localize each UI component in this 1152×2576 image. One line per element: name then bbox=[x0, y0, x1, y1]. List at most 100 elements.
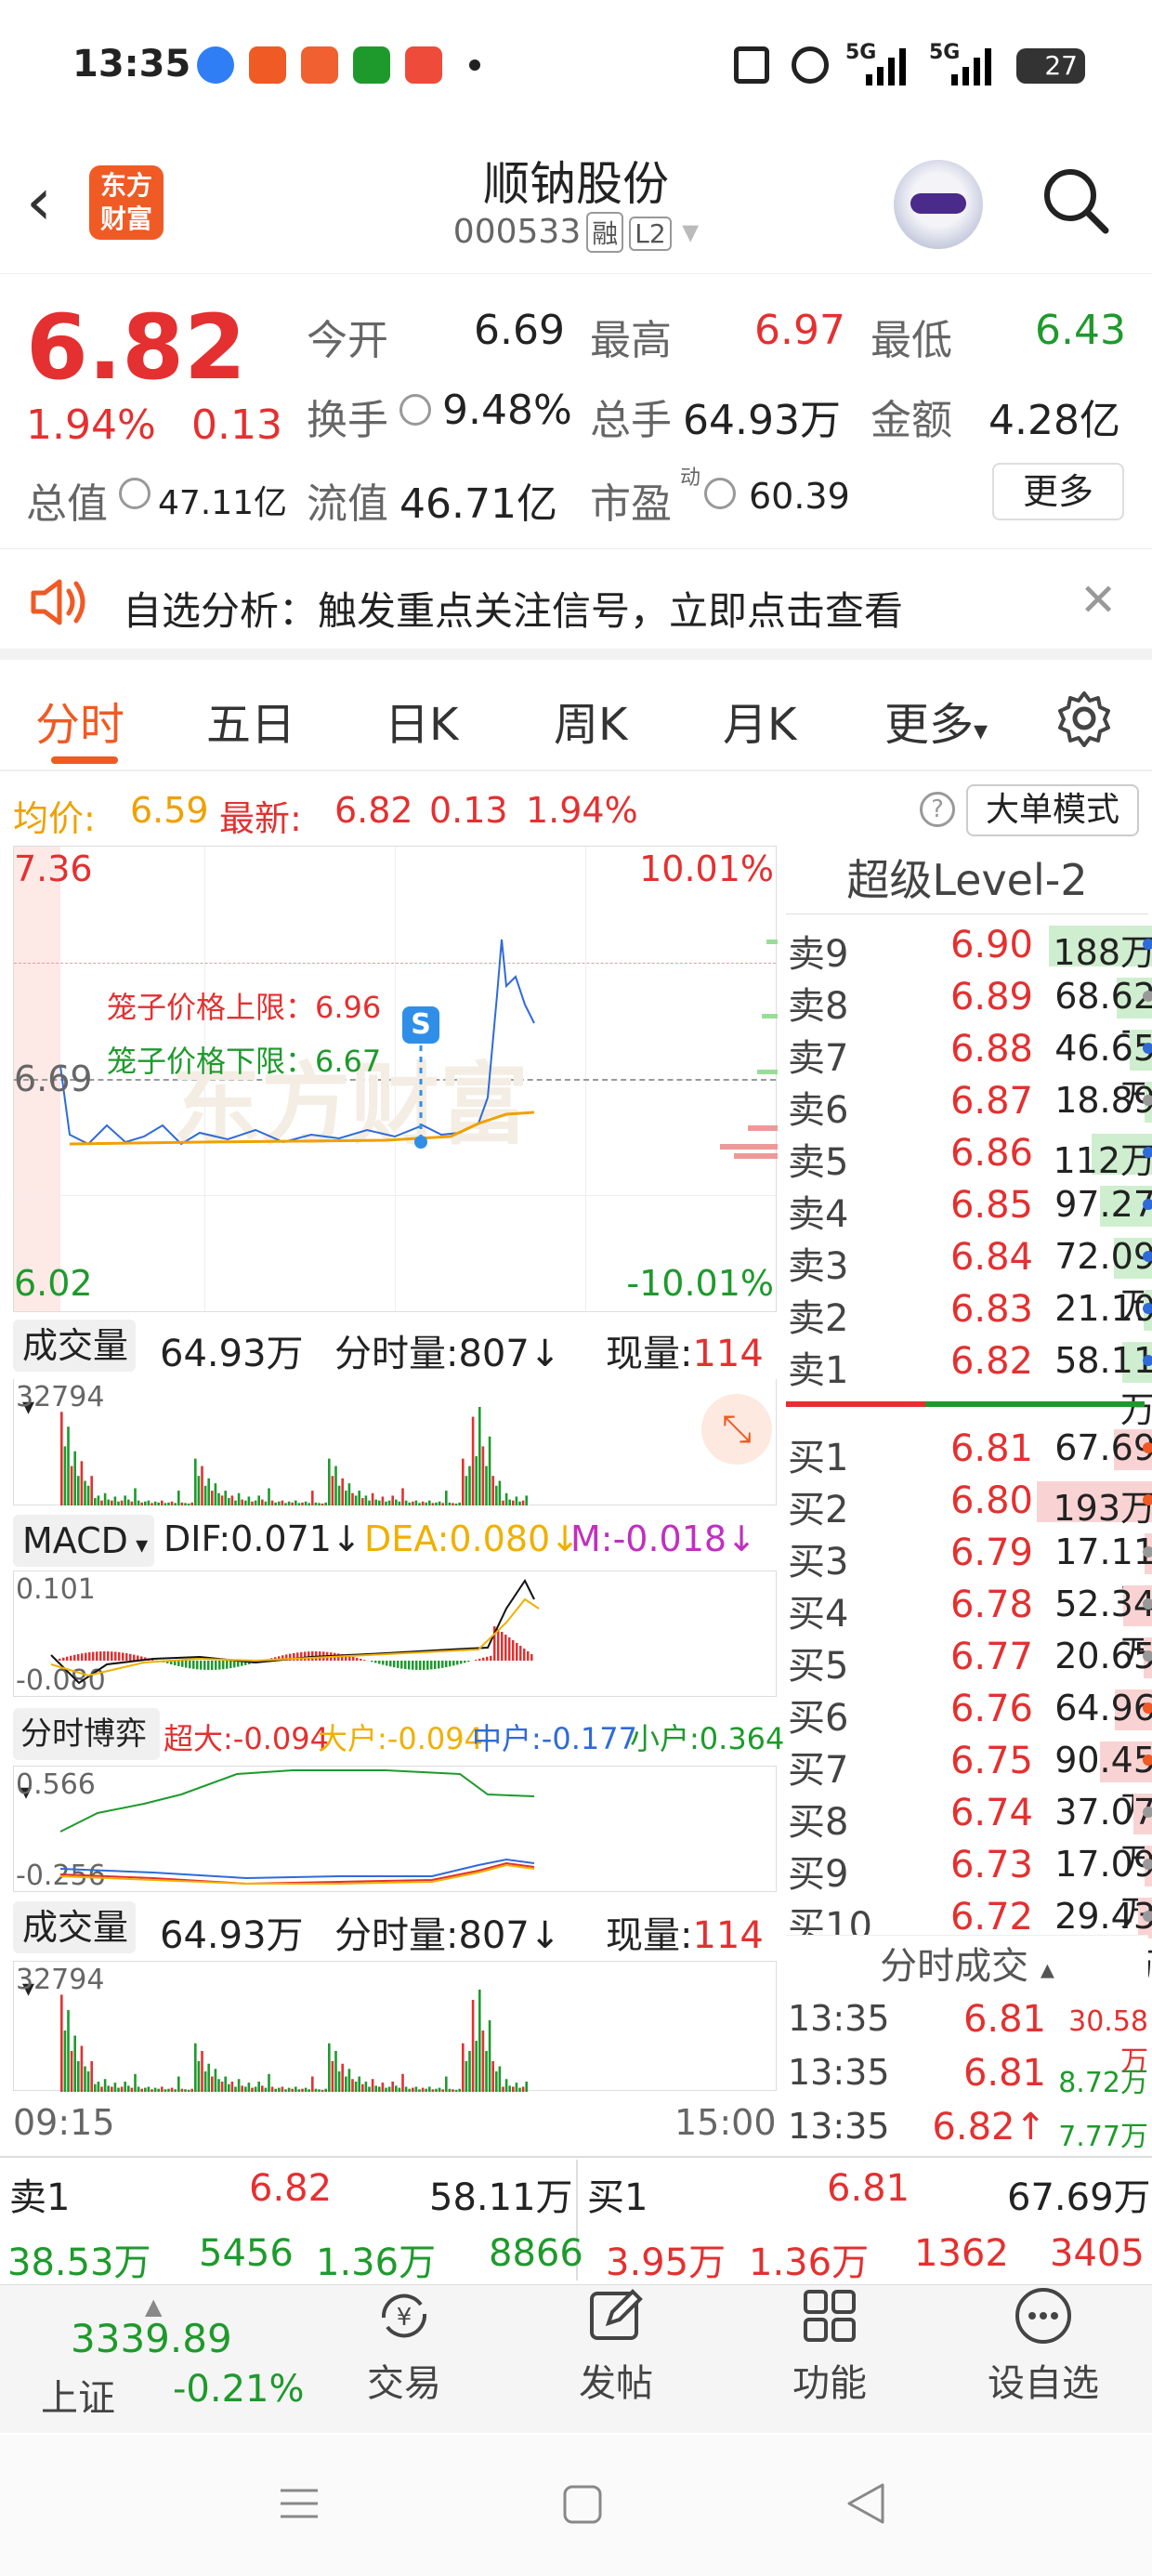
bid-row[interactable]: 买2 6.80 193万 bbox=[786, 1476, 1152, 1531]
bid-row[interactable]: 买66.7664.96万 bbox=[786, 1684, 1152, 1778]
order-dot-icon bbox=[1143, 1095, 1152, 1106]
app-notification-icon bbox=[301, 46, 338, 84]
info-icon[interactable] bbox=[399, 394, 431, 426]
chevron-down-icon: ▾ bbox=[682, 213, 700, 251]
fund-flow-chart[interactable]: 0.566 -0.256 bbox=[13, 1766, 777, 1892]
volume-indicator-select[interactable]: 成交量 ▾ bbox=[13, 1901, 136, 2003]
home-icon[interactable] bbox=[563, 2485, 602, 2524]
high-value: 6.97 bbox=[754, 307, 845, 354]
tab-daily-k[interactable]: 日K bbox=[385, 688, 458, 753]
avg-label: 均价: bbox=[13, 798, 96, 839]
ask-row[interactable]: 卖5 6.86 112万 bbox=[786, 1128, 1152, 1184]
macd-bar bbox=[118, 1651, 121, 1661]
macd-bar bbox=[486, 1656, 489, 1661]
current-price: 6.82 bbox=[26, 296, 246, 400]
ask-price: 6.87 bbox=[949, 1080, 1033, 1123]
volume-bar bbox=[100, 2086, 103, 2092]
grid-apps-icon bbox=[804, 2290, 856, 2342]
ask-level-label: 卖1 bbox=[788, 1349, 849, 1392]
settings-gear-icon[interactable] bbox=[1055, 690, 1113, 747]
nav-trade[interactable]: ¥ 交易 bbox=[334, 2286, 474, 2407]
tab-weekly-k[interactable]: 周K bbox=[554, 688, 627, 753]
macd-indicator-select[interactable]: MACD ▾ bbox=[13, 1515, 154, 1567]
nav-add-watchlist[interactable]: 设自选 bbox=[974, 2286, 1113, 2407]
macd-bar bbox=[397, 1661, 399, 1668]
volume-bar bbox=[124, 1495, 126, 1505]
bid-row[interactable]: 买36.7917.11万 bbox=[786, 1528, 1152, 1622]
macd-bar bbox=[88, 1652, 91, 1661]
macd-bar bbox=[77, 1653, 80, 1661]
ask-row[interactable]: 卖86.8968.62万 bbox=[786, 972, 1152, 1066]
volume-bar bbox=[441, 2089, 444, 2092]
close-icon[interactable]: ✕ bbox=[1080, 574, 1117, 626]
volume-bar bbox=[452, 2089, 454, 2092]
ask-price: 6.82 bbox=[949, 1340, 1033, 1383]
nav-functions[interactable]: 功能 bbox=[760, 2286, 899, 2407]
nav-post[interactable]: 发帖 bbox=[546, 2286, 686, 2407]
volume-chart[interactable]: 32794 bbox=[13, 1961, 777, 2092]
volume-chart[interactable]: 32794 ⤡ bbox=[13, 1379, 777, 1505]
macd-bar bbox=[196, 1661, 199, 1670]
bid-price: 6.73 bbox=[949, 1844, 1033, 1886]
tab-more[interactable]: 更多▾ bbox=[884, 688, 988, 753]
macd-chart[interactable]: 0.101 -0.080 bbox=[13, 1571, 777, 1697]
volume-bar bbox=[521, 1500, 525, 1505]
info-icon[interactable] bbox=[119, 478, 151, 509]
big-order-mode-button[interactable]: 大单模式 bbox=[966, 784, 1139, 836]
amount-value: 4.28亿 bbox=[988, 397, 1120, 444]
macd-bar bbox=[464, 1661, 466, 1663]
ask-row[interactable]: 卖1 6.82 58.11万 bbox=[786, 1336, 1152, 1430]
more-quote-button[interactable]: 更多 bbox=[992, 463, 1124, 520]
menu-icon[interactable] bbox=[279, 2483, 320, 2524]
ask-row[interactable]: 卖66.8718.89万 bbox=[786, 1076, 1152, 1170]
ask-row[interactable]: 卖9 6.90 188万 bbox=[786, 920, 1152, 976]
bid-row[interactable]: 买16.8167.69万 bbox=[786, 1424, 1152, 1518]
bid-row[interactable]: 买46.7852.34万 bbox=[786, 1580, 1152, 1674]
volume-bar bbox=[504, 1492, 508, 1505]
index-widget[interactable]: ▲ 3339.89 上证 -0.21% bbox=[28, 2293, 307, 2424]
volume-bar bbox=[80, 1461, 84, 1505]
volume-bar bbox=[117, 2087, 120, 2092]
ticks-header[interactable]: 分时成交 ▴ bbox=[786, 1935, 1148, 1988]
macd-bar bbox=[62, 1657, 65, 1661]
macd-bar bbox=[393, 1661, 396, 1668]
bid-row[interactable]: 买96.7317.09万 bbox=[786, 1840, 1152, 1934]
ask-row[interactable]: 卖26.8321.10万 bbox=[786, 1284, 1152, 1378]
tab-five-day[interactable]: 五日 bbox=[206, 688, 295, 753]
volume-bar bbox=[117, 1501, 120, 1505]
volume-bar bbox=[127, 1499, 130, 1505]
volume-bar bbox=[228, 1498, 230, 1505]
expand-icon[interactable]: ⤡ bbox=[701, 1394, 772, 1465]
macd-bar bbox=[70, 1655, 72, 1661]
summary-bid-vol: 67.69万 bbox=[1007, 2176, 1151, 2219]
ask-row[interactable]: 卖46.8597.27万 bbox=[786, 1180, 1152, 1274]
tab-monthly-k[interactable]: 月K bbox=[723, 688, 796, 753]
fund-flow-select[interactable]: 分时博弈 ▾ bbox=[13, 1708, 160, 1805]
volume-bar bbox=[361, 2083, 364, 2092]
current-volume-value: 114 bbox=[692, 1333, 764, 1375]
search-icon[interactable] bbox=[1041, 165, 1109, 234]
bid-row[interactable]: 买86.7437.07万 bbox=[786, 1788, 1152, 1882]
macd-bar bbox=[438, 1661, 440, 1669]
divider bbox=[0, 769, 1152, 771]
volume-bar bbox=[144, 1501, 147, 1505]
info-icon[interactable] bbox=[704, 478, 736, 509]
volume-bar bbox=[337, 1485, 341, 1505]
volume-bar bbox=[341, 2063, 344, 2092]
back-nav-icon[interactable] bbox=[845, 2481, 886, 2526]
volume-bar bbox=[491, 2061, 494, 2092]
ask-row[interactable]: 卖76.8846.65万 bbox=[786, 1024, 1152, 1118]
assistant-avatar-icon[interactable] bbox=[894, 160, 983, 249]
current-volume-label: 现量: bbox=[606, 1333, 693, 1375]
bid-row[interactable]: 买76.7590.45万 bbox=[786, 1736, 1152, 1830]
ask-row[interactable]: 卖36.8472.09万 bbox=[786, 1232, 1152, 1326]
help-icon[interactable]: ? bbox=[920, 792, 955, 827]
bid-row[interactable]: 买56.7720.65万 bbox=[786, 1632, 1152, 1726]
volume-bar bbox=[295, 2086, 297, 2092]
macd-bar bbox=[177, 1661, 180, 1666]
tab-intraday[interactable]: 分时 bbox=[35, 688, 124, 753]
s-signal-icon[interactable]: S bbox=[402, 1006, 439, 1044]
intraday-price-chart[interactable]: 东方财富 S 7.36 6.69 6.02 10.01% -10.01% 笼子价… bbox=[13, 846, 778, 1312]
volume-indicator-select[interactable]: 成交量 ▾ bbox=[13, 1320, 136, 1421]
volume-bar bbox=[398, 2087, 401, 2092]
